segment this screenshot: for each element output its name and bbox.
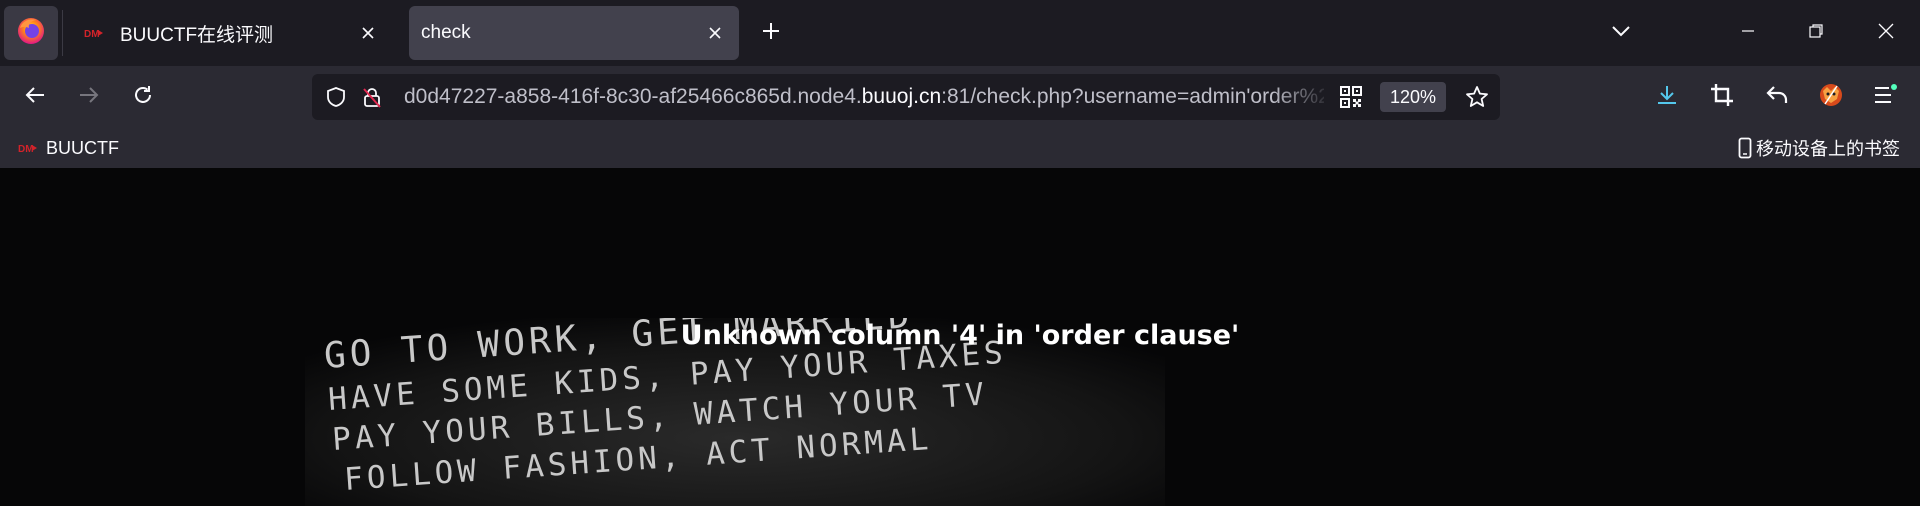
navigation-toolbar: d0d47227-a858-416f-8c30-af25466c865d.nod… [0,66,1920,128]
back-arrow-icon [24,84,46,111]
fox-extension-icon [1818,82,1844,113]
undo-button[interactable] [1754,74,1800,120]
tab-check[interactable]: check [409,6,739,60]
bookmarks-toolbar: DM BUUCTF 移动设备上的书签 [0,128,1920,168]
close-icon [1877,22,1895,45]
star-icon[interactable] [1460,80,1494,114]
forward-arrow-icon [78,84,100,111]
new-tab-button[interactable] [752,14,790,52]
reload-button[interactable] [120,74,166,120]
tab-title: BUUCTF在线评测 [120,24,274,46]
mobile-bookmarks[interactable]: 移动设备上的书签 [1738,134,1900,162]
error-message: Unknown column '4' in 'order clause' [680,320,1240,351]
firefox-logo-icon [16,16,46,51]
chevron-down-icon [1611,24,1631,42]
screenshot-button[interactable] [1699,74,1745,120]
minimize-button[interactable] [1722,10,1774,56]
close-icon[interactable] [703,21,727,45]
firefox-menu-button[interactable] [4,6,58,60]
undo-icon [1765,83,1789,112]
extension-button[interactable] [1808,74,1854,120]
url-host: buuoj.cn [861,85,942,108]
forward-button[interactable] [66,74,112,120]
bookmark-label: BUUCTF [46,137,119,158]
back-button[interactable] [12,74,58,120]
buuctf-favicon-icon: DM [18,141,38,155]
plus-icon [761,21,781,46]
crop-icon [1710,83,1734,112]
minimize-icon [1740,23,1756,44]
hamburger-menu-icon [1872,83,1898,112]
reload-icon [132,84,154,111]
download-icon [1655,83,1679,112]
url-suffix: :81/check.php?username=admin'order%20by%… [941,85,1324,108]
insecure-lock-icon[interactable] [354,74,390,120]
zoom-indicator[interactable]: 120% [1380,82,1447,112]
bookmark-buuctf[interactable]: DM BUUCTF [18,134,119,162]
buuctf-favicon-icon: DM [84,21,108,45]
mobile-bookmarks-label: 移动设备上的书签 [1756,139,1900,159]
tab-separator [62,10,63,56]
close-icon[interactable] [356,21,380,45]
url-bar[interactable]: d0d47227-a858-416f-8c30-af25466c865d.nod… [312,74,1500,120]
svg-text:DM: DM [84,29,100,40]
svg-text:DM: DM [18,144,34,155]
tab-strip: DM BUUCTF在线评测 check [0,0,1920,66]
restore-button[interactable] [1790,10,1842,56]
url-text[interactable]: d0d47227-a858-416f-8c30-af25466c865d.nod… [404,74,1324,120]
close-window-button[interactable] [1860,10,1912,56]
shield-icon[interactable] [318,74,354,120]
page-content: GO TO WORK, GET MARRIED HAVE SOME KIDS, … [0,168,1920,506]
url-fade [1272,74,1332,120]
app-menu-button[interactable] [1862,74,1908,120]
tab-buuctf[interactable]: DM BUUCTF在线评测 [72,6,392,60]
restore-icon [1808,23,1824,44]
tab-title: check [421,22,471,43]
qr-code-icon[interactable] [1336,82,1366,112]
url-prefix: d0d47227-a858-416f-8c30-af25466c865d.nod… [404,85,862,108]
list-all-tabs-button[interactable] [1602,14,1640,52]
mobile-phone-icon [1738,137,1752,159]
downloads-button[interactable] [1644,74,1690,120]
